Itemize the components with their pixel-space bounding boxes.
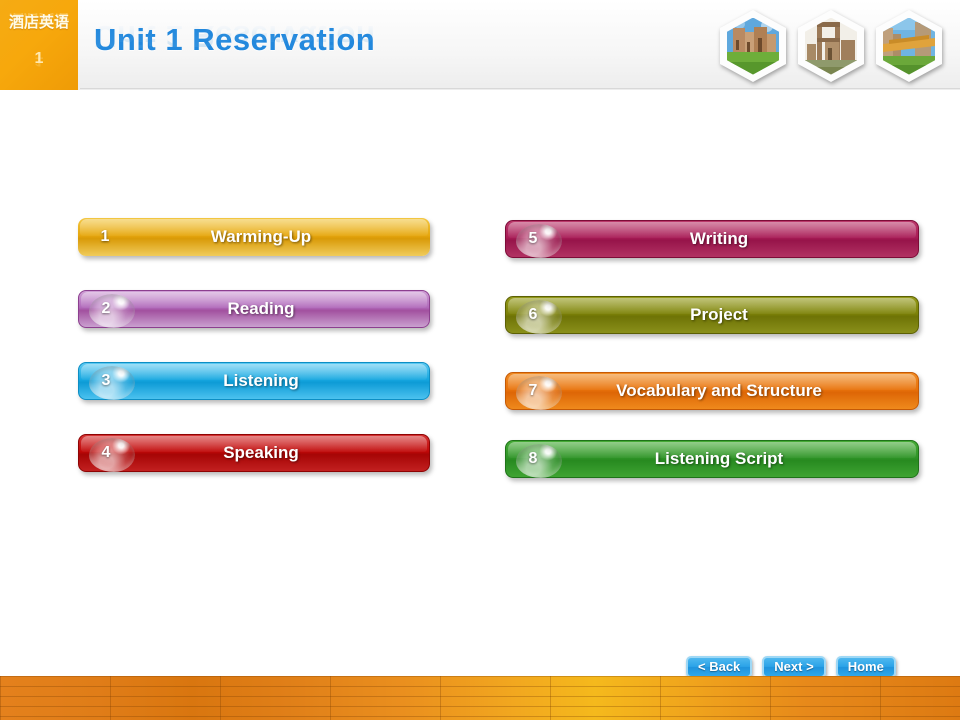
hexagon-photo-ruins [805,17,857,75]
menu-button-label: Warming-Up [210,227,312,246]
hexagon-frame [720,10,786,82]
unit-number-reflection: 1 [34,54,44,68]
header-thumbnail-row [720,10,942,82]
page-footer [0,676,960,720]
home-button[interactable]: Home [835,656,896,678]
menu-button-vocabulary-and-structure[interactable]: 7 Vocabulary and Structure [505,372,919,410]
menu-button-writing[interactable]: 5 Writing [505,220,919,258]
next-button[interactable]: Next > [762,656,826,678]
menu-button-project[interactable]: 6 Project [505,296,919,334]
menu-button-label: Project [690,305,748,324]
menu-button-number: 5 [528,230,538,247]
menu-button-number: 6 [528,306,538,323]
menu-button-label: Listening Script [654,449,784,468]
menu-button-number: 7 [528,382,538,399]
menu-button-label: Vocabulary and Structure [616,381,822,400]
page-title-reflection: Unit 1 Reservation [94,19,376,54]
unit-badge: 酒店英语 酒店英语 1 1 [0,0,78,90]
hexagon-frame [876,10,942,82]
menu-button-number: 1 [100,228,110,245]
menu-button-listening[interactable]: 3 Listening [78,362,430,400]
course-name-reflection: 酒店英语 [8,11,69,26]
unit-menu: 1 Warming-Up 2 Reading 3 Listening 4 Spe… [0,200,960,520]
menu-button-reading[interactable]: 2 Reading [78,290,430,328]
menu-button-number: 2 [101,300,111,317]
menu-button-label: Reading [227,299,295,318]
hexagon-frame [798,10,864,82]
back-button[interactable]: < Back [686,656,753,678]
hexagon-thumbnail-ruins[interactable] [798,10,864,82]
menu-button-label: Writing [689,229,749,248]
menu-button-listening-script[interactable]: 8 Listening Script [505,440,919,478]
menu-button-warming-up[interactable]: 1 Warming-Up [78,218,430,256]
navigation-bar: < Back Next > Home [686,656,896,678]
menu-button-number: 4 [101,444,111,461]
menu-button-label: Listening [223,371,299,390]
hexagon-photo-bridge [883,17,935,75]
menu-button-number: 3 [101,372,111,389]
menu-button-speaking[interactable]: 4 Speaking [78,434,430,472]
menu-button-label: Speaking [223,443,299,462]
page-title-wrap: Unit 1 Reservation Unit 1 Reservation [94,19,375,84]
menu-button-number: 8 [528,450,538,467]
hexagon-thumbnail-bridge[interactable] [876,10,942,82]
header-divider [80,88,960,89]
page-header: 酒店英语 酒店英语 1 1 Unit 1 Reservation Unit 1 … [0,0,960,90]
hexagon-thumbnail-cathedral[interactable] [720,10,786,82]
footer-vertical-lines [0,676,960,720]
hexagon-photo-cathedral [727,17,779,75]
